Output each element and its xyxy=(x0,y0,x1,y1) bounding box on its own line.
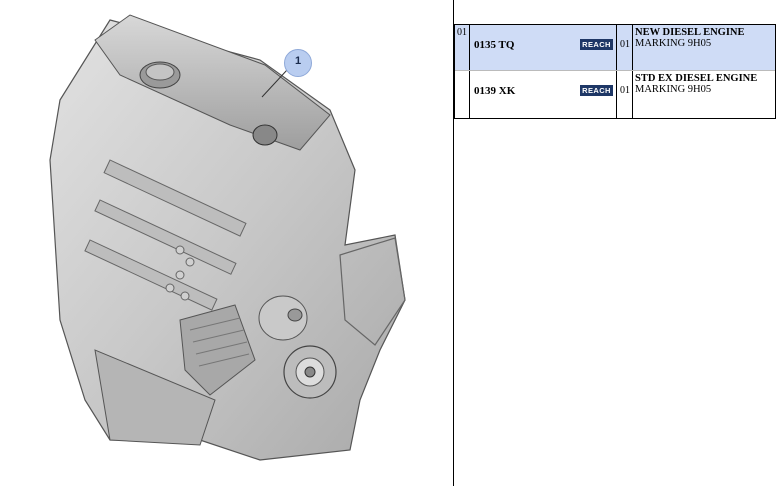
callout-marker[interactable]: 1 xyxy=(284,49,312,77)
callout-label: 1 xyxy=(294,55,302,67)
part-description-detail: MARKING 9H05 xyxy=(635,38,712,49)
part-reference[interactable]: 0135 TQ xyxy=(474,39,514,51)
engine-diagram: 1 xyxy=(0,0,453,486)
table-row[interactable]: 0139 XK REACH 01 STD EX DIESEL ENGINE MA… xyxy=(454,71,776,119)
reach-badge[interactable]: REACH xyxy=(580,85,613,96)
row-level: 01 xyxy=(457,27,467,38)
engine-illustration xyxy=(49,14,406,461)
table-left-border xyxy=(454,24,455,118)
table-row[interactable]: 01 0135 TQ REACH 01 NEW DIESEL ENGINE MA… xyxy=(454,25,776,71)
part-description-title: NEW DIESEL ENGINE xyxy=(635,27,745,38)
part-quantity: 01 xyxy=(620,39,630,50)
reach-badge[interactable]: REACH xyxy=(580,39,613,50)
part-description-title: STD EX DIESEL ENGINE xyxy=(635,73,758,84)
part-reference[interactable]: 0139 XK xyxy=(474,85,515,97)
part-description-detail: MARKING 9H05 xyxy=(635,84,712,95)
parts-table: 01 0135 TQ REACH 01 NEW DIESEL ENGINE MA… xyxy=(454,0,776,486)
part-quantity: 01 xyxy=(620,85,630,96)
